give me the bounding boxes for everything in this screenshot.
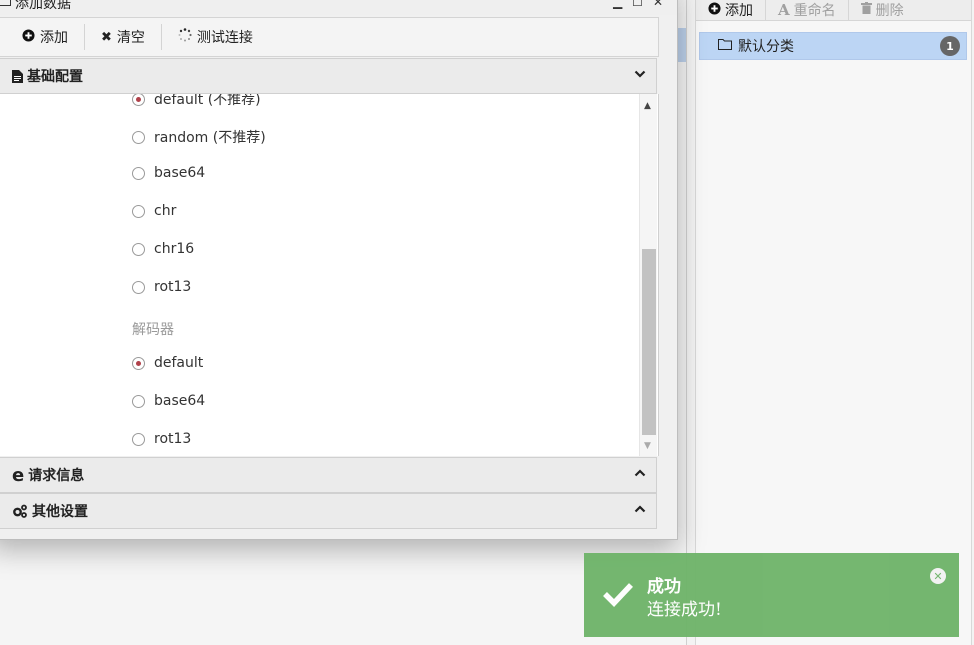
- radio-button[interactable]: [132, 166, 145, 180]
- option-label: rot13: [154, 431, 192, 447]
- section-request-info-header[interactable]: e 请求信息: [0, 457, 657, 493]
- folder-icon: [718, 38, 732, 54]
- checkmark-icon: [602, 581, 634, 611]
- category-add-button[interactable]: 添加: [696, 0, 765, 20]
- radio-button[interactable]: [132, 356, 145, 370]
- decoder-option-base64[interactable]: base64: [132, 393, 205, 409]
- option-label: random (不推荐): [154, 130, 266, 146]
- spinner-icon: [178, 28, 192, 46]
- encoder-option-base64[interactable]: base64: [132, 165, 205, 181]
- radio-button[interactable]: [132, 394, 145, 408]
- count-badge: 1: [940, 36, 960, 56]
- category-rename-button[interactable]: A 重命名: [766, 0, 848, 20]
- scrollbar-thumb[interactable]: [642, 249, 656, 435]
- add-data-dialog: 添加数据 ▁ ☐ ✕ 添加 ✖ 清空 测试连接 基础配置 default (不推…: [0, 0, 678, 540]
- chevron-down-icon: [634, 68, 646, 84]
- section-request-info-title: 请求信息: [28, 468, 85, 484]
- option-label: base64: [154, 165, 206, 181]
- radio-button[interactable]: [132, 204, 145, 218]
- test-connection-button[interactable]: 测试连接: [162, 18, 269, 56]
- section-basic-config-title: 基础配置: [27, 69, 83, 85]
- option-label: base64: [154, 393, 206, 409]
- window-icon: [0, 0, 11, 10]
- category-delete-button[interactable]: 删除: [849, 0, 916, 20]
- scroll-down-arrow-icon[interactable]: ▼: [644, 441, 651, 451]
- dialog-title: 添加数据: [15, 0, 71, 12]
- encoder-option-chr[interactable]: chr: [132, 203, 176, 219]
- toast-title: 成功: [647, 577, 681, 597]
- minimize-icon[interactable]: ▁: [613, 0, 622, 9]
- chevron-up-icon: [634, 467, 646, 483]
- category-item-default[interactable]: 默认分类 1: [699, 32, 967, 60]
- section-other-settings-title: 其他设置: [32, 504, 88, 520]
- category-add-label: 添加: [725, 3, 753, 19]
- category-panel-inner: 添加 A 重命名 删除 默认分类 1: [695, 0, 972, 645]
- success-toast: 成功 连接成功! ✕: [584, 553, 959, 637]
- category-rename-label: 重命名: [793, 3, 836, 19]
- plus-circle-icon: [22, 28, 35, 46]
- section-basic-config-body: default (不推荐) random (不推荐) base64 chr ch…: [0, 94, 659, 456]
- encoder-option-chr16[interactable]: chr16: [132, 241, 194, 257]
- category-item-label: 默认分类: [738, 39, 794, 55]
- dialog-title-bar[interactable]: 添加数据 ▁ ☐ ✕: [0, 0, 677, 15]
- radio-button[interactable]: [132, 242, 145, 256]
- trash-icon: [860, 2, 872, 18]
- radio-button[interactable]: [132, 94, 145, 106]
- category-toolbar: 添加 A 重命名 删除: [696, 0, 971, 21]
- option-label: chr16: [154, 241, 195, 257]
- category-panel: 添加 A 重命名 删除 默认分类 1: [686, 0, 974, 645]
- dialog-toolbar: 添加 ✖ 清空 测试连接: [0, 17, 659, 57]
- vertical-scrollbar[interactable]: ▲ ▼: [639, 94, 657, 456]
- section-other-settings-header[interactable]: 其他设置: [0, 493, 657, 529]
- radio-button[interactable]: [132, 280, 145, 294]
- section-basic-config-header[interactable]: 基础配置: [0, 58, 657, 94]
- option-label: rot13: [154, 279, 192, 295]
- edge-browser-icon: e: [12, 464, 25, 486]
- plus-circle-icon: [708, 1, 721, 19]
- decoder-option-rot13[interactable]: rot13: [132, 431, 191, 447]
- category-delete-label: 删除: [875, 3, 904, 19]
- option-label: chr: [154, 203, 177, 219]
- radio-button[interactable]: [132, 130, 145, 144]
- x-icon: ✖: [101, 29, 112, 45]
- scroll-up-arrow-icon[interactable]: ▲: [644, 101, 651, 111]
- window-controls: ▁ ☐ ✕: [613, 0, 663, 9]
- toast-close-icon[interactable]: ✕: [930, 568, 946, 584]
- add-label: 添加: [40, 30, 68, 46]
- encoder-option-random[interactable]: random (不推荐): [132, 127, 266, 147]
- close-icon[interactable]: ✕: [653, 0, 663, 9]
- gears-icon: [12, 504, 28, 518]
- toast-message: 连接成功!: [647, 600, 722, 620]
- encoder-option-rot13[interactable]: rot13: [132, 279, 191, 295]
- option-label: default: [154, 355, 204, 371]
- clear-button[interactable]: ✖ 清空: [85, 18, 161, 56]
- decoder-option-default[interactable]: default: [132, 355, 203, 371]
- font-a-icon: A: [778, 1, 790, 19]
- chevron-up-icon: [634, 503, 646, 519]
- maximize-icon[interactable]: ☐: [632, 0, 643, 9]
- test-connection-label: 测试连接: [196, 30, 253, 46]
- clear-label: 清空: [116, 30, 145, 46]
- file-text-icon: [12, 69, 23, 83]
- radio-button[interactable]: [132, 432, 145, 446]
- encoder-option-default[interactable]: default (不推荐): [132, 94, 261, 109]
- add-button[interactable]: 添加: [0, 18, 84, 56]
- decoder-group-label: 解码器: [132, 322, 174, 338]
- option-label: default (不推荐): [154, 94, 261, 108]
